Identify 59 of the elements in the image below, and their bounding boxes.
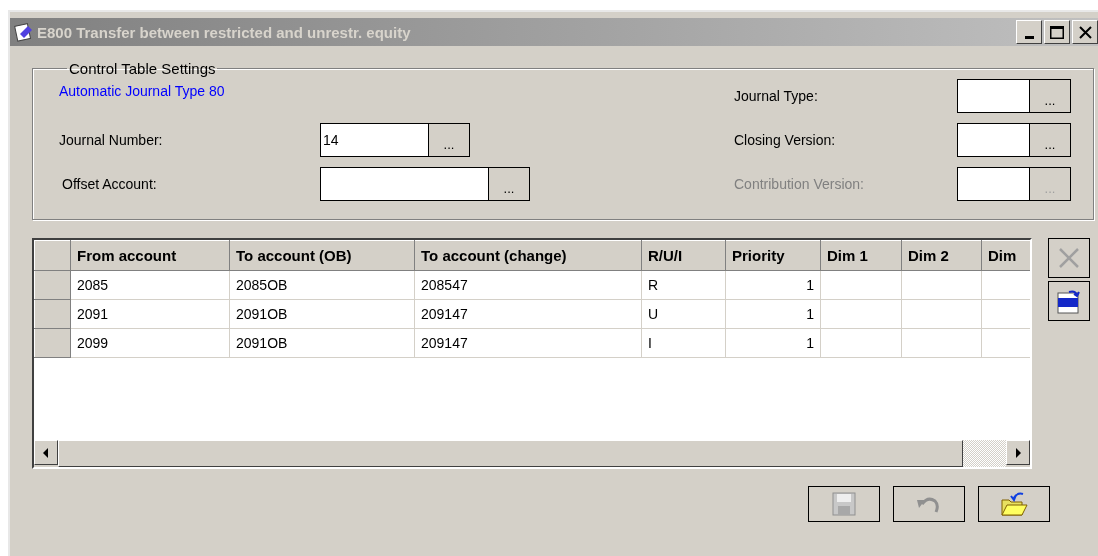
left-arrow-icon	[42, 447, 50, 458]
row-selector[interactable]	[34, 270, 71, 300]
column-header[interactable]: Dim 2	[901, 240, 982, 271]
row-selector[interactable]	[34, 299, 71, 329]
table-cell: 1	[725, 270, 821, 300]
close-button[interactable]	[1072, 20, 1098, 44]
lookup-button[interactable]: ...	[1029, 123, 1071, 157]
column-header[interactable]: To account (OB)	[229, 240, 415, 271]
table-cell: U	[641, 299, 726, 329]
table-cell: I	[641, 328, 726, 358]
column-header[interactable]: Dim	[981, 240, 1030, 271]
open-button[interactable]	[978, 486, 1050, 522]
column-header[interactable]: To account (change)	[414, 240, 642, 271]
column-header[interactable]: Dim 1	[820, 240, 902, 271]
column-header[interactable]: Priority	[725, 240, 821, 271]
minimize-button[interactable]	[1016, 20, 1042, 44]
input-field[interactable]	[957, 167, 1029, 201]
input-field[interactable]: 14	[320, 123, 428, 157]
table-cell: 2091OB	[229, 328, 415, 358]
column-header[interactable]: From account	[70, 240, 230, 271]
table-cell: 2091OB	[229, 299, 415, 329]
input-field[interactable]	[957, 79, 1029, 113]
lookup-button[interactable]: ...	[1029, 79, 1071, 113]
minimize-icon	[1024, 35, 1034, 39]
folder-arrow-icon	[999, 490, 1029, 518]
group-legend: Control Table Settings	[67, 60, 218, 77]
table-cell: 2085OB	[229, 270, 415, 300]
right-arrow-icon	[1014, 447, 1022, 458]
lookup-button[interactable]: ...	[428, 123, 470, 157]
input-field[interactable]	[320, 167, 488, 201]
field-label: Journal Type:	[734, 88, 819, 104]
export-button[interactable]	[1048, 281, 1090, 321]
table-cell: R	[641, 270, 726, 300]
maximize-button[interactable]	[1044, 20, 1070, 44]
window-title: E800 Transfer between restricted and unrestr. equity	[37, 23, 412, 41]
table-cell: 208547	[414, 270, 642, 300]
delete-icon	[1057, 246, 1081, 270]
scroll-left-button[interactable]	[34, 440, 58, 465]
table-cell: 2099	[70, 328, 230, 358]
table-cell: 209147	[414, 299, 642, 329]
document-arrow-icon	[1055, 287, 1083, 315]
field-label: Offset Account:	[62, 176, 158, 192]
lookup-button[interactable]: ...	[488, 167, 530, 201]
table-cell: 2091	[70, 299, 230, 329]
app-icon	[14, 22, 34, 42]
field-label: Journal Number:	[59, 132, 164, 148]
table-cell: 1	[725, 299, 821, 329]
input-field[interactable]	[957, 123, 1029, 157]
close-icon	[1078, 25, 1092, 39]
journal-type-link[interactable]: Automatic Journal Type 80	[59, 83, 225, 99]
row-selector[interactable]	[34, 328, 71, 358]
table-cell: 209147	[414, 328, 642, 358]
field-label: Closing Version:	[734, 132, 837, 148]
maximize-icon	[1050, 25, 1064, 39]
table-cell: 1	[725, 328, 821, 358]
scroll-right-button[interactable]	[1006, 440, 1030, 465]
column-header[interactable]: R/U/I	[641, 240, 726, 271]
table-cell: 2085	[70, 270, 230, 300]
field-label: Contribution Version:	[734, 176, 865, 192]
